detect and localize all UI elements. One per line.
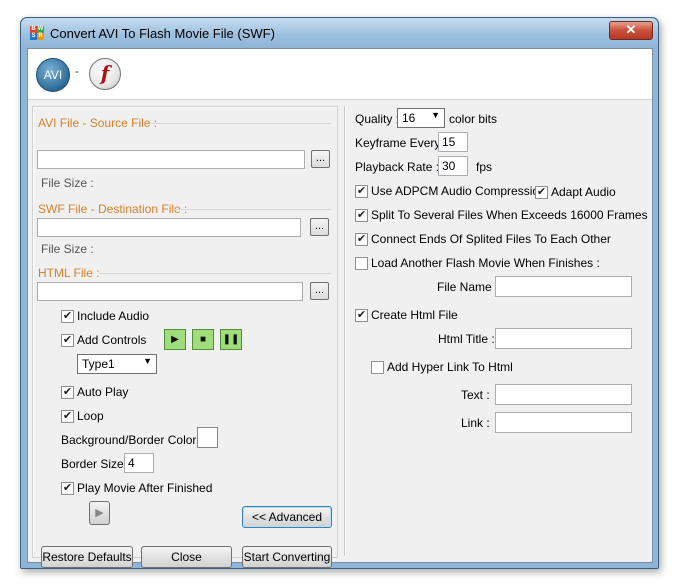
- link-url-label: Link :: [461, 416, 490, 430]
- html-file-label: HTML File :: [38, 266, 100, 280]
- preview-play-button[interactable]: ▶: [89, 501, 110, 525]
- play-control-icon[interactable]: ▶: [164, 329, 186, 350]
- stop-control-icon[interactable]: ■: [192, 329, 214, 350]
- border-size-label: Border Size :: [61, 457, 131, 471]
- dest-file-input[interactable]: [38, 219, 300, 236]
- link-text-label: Text :: [461, 388, 490, 402]
- html-file-input[interactable]: [38, 283, 302, 300]
- divider: [173, 209, 331, 210]
- logo-separator: -: [75, 64, 79, 78]
- playback-label: Playback Rate :: [355, 160, 440, 174]
- panel-divider: [344, 106, 346, 556]
- source-file-field[interactable]: [37, 150, 305, 169]
- adapt-audio-label: Adapt Audio: [551, 185, 616, 199]
- connect-label: Connect Ends Of Splited Files To Each Ot…: [371, 232, 611, 246]
- hyperlink-checkbox[interactable]: [371, 361, 384, 374]
- load-another-label: Load Another Flash Movie When Finishes :: [371, 256, 600, 270]
- source-file-size: File Size :: [41, 176, 94, 190]
- start-converting-button[interactable]: Start Converting: [242, 546, 332, 568]
- title-bar[interactable]: BW SR Convert AVI To Flash Movie File (S…: [21, 18, 658, 48]
- file-name-input[interactable]: [495, 276, 632, 297]
- connect-checkbox[interactable]: ✔: [355, 233, 368, 246]
- color-swatch[interactable]: [197, 427, 218, 448]
- load-another-checkbox[interactable]: [355, 257, 368, 270]
- divider: [99, 273, 331, 274]
- hyperlink-label: Add Hyper Link To Html: [387, 360, 513, 374]
- app-icon: BW SR: [30, 26, 44, 40]
- link-text-input[interactable]: [495, 384, 632, 405]
- close-window-button[interactable]: ✕: [609, 21, 653, 40]
- link-url-input[interactable]: [495, 412, 632, 433]
- auto-play-label: Auto Play: [77, 385, 129, 399]
- playback-unit: fps: [476, 160, 493, 174]
- html-title-input[interactable]: [495, 328, 632, 349]
- file-name-label: File Name :: [437, 280, 499, 294]
- loop-checkbox[interactable]: ✔: [61, 410, 74, 423]
- left-panel: AVI File - Source File : ... File Size :…: [32, 106, 338, 568]
- split-label: Split To Several Files When Exceeds 1600…: [371, 208, 648, 222]
- dest-browse-button[interactable]: ...: [310, 218, 329, 236]
- auto-play-checkbox[interactable]: ✔: [61, 386, 74, 399]
- play-after-label: Play Movie After Finished: [77, 481, 213, 495]
- controls-type-select[interactable]: Type1 ▼: [77, 354, 157, 374]
- dest-file-field[interactable]: [37, 218, 301, 237]
- app-window: BW SR Convert AVI To Flash Movie File (S…: [20, 17, 659, 569]
- chevron-down-icon: ▼: [431, 110, 440, 120]
- flash-logo-icon: f: [89, 58, 121, 90]
- playback-input[interactable]: [439, 157, 467, 174]
- html-file-field[interactable]: [37, 282, 303, 301]
- border-size-field[interactable]: [124, 453, 154, 473]
- logo-header: AVI - f: [28, 49, 652, 100]
- include-audio-checkbox[interactable]: ✔: [61, 310, 74, 323]
- adpcm-label: Use ADPCM Audio Compression: [371, 184, 546, 198]
- keyframe-input[interactable]: [439, 133, 467, 150]
- dest-file-size: File Size :: [41, 242, 94, 256]
- html-browse-button[interactable]: ...: [310, 282, 329, 300]
- add-controls-checkbox[interactable]: ✔: [61, 334, 74, 347]
- close-button[interactable]: Close: [141, 546, 232, 568]
- add-controls-label: Add Controls: [77, 333, 147, 347]
- adpcm-checkbox[interactable]: ✔: [355, 185, 368, 198]
- loop-label: Loop: [77, 409, 104, 423]
- source-file-label: AVI File - Source File :: [38, 116, 158, 130]
- playback-field[interactable]: [438, 156, 468, 176]
- include-audio-label: Include Audio: [77, 309, 150, 323]
- create-html-checkbox[interactable]: ✔: [355, 309, 368, 322]
- divider: [151, 123, 331, 124]
- keyframe-field[interactable]: [438, 132, 468, 152]
- source-browse-button[interactable]: ...: [311, 150, 330, 168]
- play-after-checkbox[interactable]: ✔: [61, 482, 74, 495]
- dest-file-label: SWF File - Destination File :: [38, 202, 188, 216]
- pause-control-icon[interactable]: ❚❚: [220, 329, 242, 350]
- restore-defaults-button[interactable]: Restore Defaults: [41, 546, 133, 568]
- create-html-label: Create Html File: [371, 308, 458, 322]
- html-title-label: Html Title :: [438, 332, 495, 346]
- quality-select[interactable]: 16 ▼: [397, 108, 445, 128]
- avi-logo-icon: AVI: [36, 58, 70, 92]
- window-title: Convert AVI To Flash Movie File (SWF): [50, 26, 275, 41]
- controls-type-value: Type1: [82, 357, 115, 371]
- split-checkbox[interactable]: ✔: [355, 209, 368, 222]
- keyframe-label: Keyframe Every :: [355, 136, 448, 150]
- quality-unit: color bits: [449, 112, 498, 126]
- adapt-audio-checkbox[interactable]: ✔: [535, 186, 548, 199]
- quality-label: Quality :: [355, 112, 400, 126]
- advanced-button[interactable]: << Advanced: [242, 506, 332, 528]
- bg-border-color-label: Background/Border Color :: [61, 433, 204, 447]
- source-file-input[interactable]: [38, 151, 304, 168]
- right-panel: Quality : 16 ▼ color bits Keyframe Every…: [348, 106, 648, 556]
- border-size-input[interactable]: [125, 454, 153, 471]
- quality-value: 16: [402, 111, 416, 125]
- dialog-client-area: AVI - f AVI File - Source File : ... Fil…: [27, 48, 653, 568]
- chevron-down-icon: ▼: [143, 356, 152, 366]
